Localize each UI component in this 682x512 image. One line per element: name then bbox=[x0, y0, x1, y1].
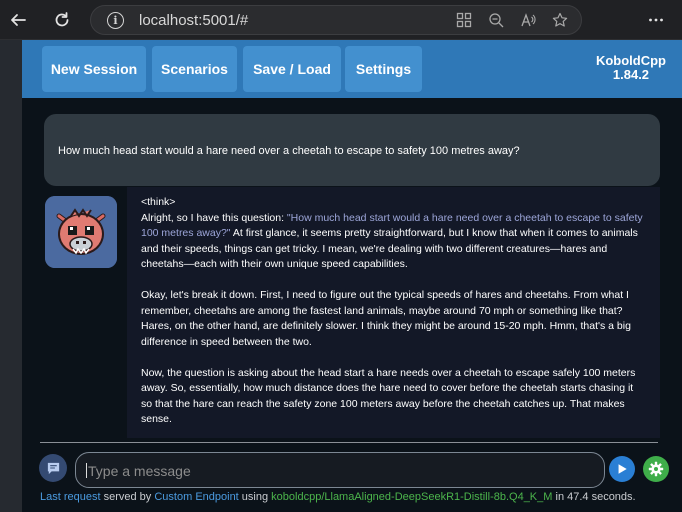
address-bar[interactable]: i localhost:5001/# bbox=[90, 5, 582, 35]
reply-paragraph-1: Alright, so I have this question: "How m… bbox=[141, 211, 646, 273]
app-brand: KoboldCpp 1.84.2 bbox=[596, 54, 666, 82]
gear-icon bbox=[648, 461, 664, 477]
message-input[interactable]: Type a message bbox=[75, 452, 605, 488]
back-arrow-icon[interactable] bbox=[4, 6, 32, 34]
reply-text: Alright, so I have this question: bbox=[141, 211, 287, 224]
url-text[interactable]: localhost:5001/# bbox=[139, 12, 248, 29]
save-load-button[interactable]: Save / Load bbox=[243, 46, 341, 92]
status-text: using bbox=[238, 491, 272, 503]
browser-toolbar: i localhost:5001/# bbox=[0, 0, 682, 40]
read-aloud-icon[interactable] bbox=[519, 11, 537, 29]
brand-name: KoboldCpp bbox=[595, 53, 666, 68]
message-placeholder: Type a message bbox=[88, 463, 191, 479]
settings-button[interactable]: Settings bbox=[345, 46, 422, 92]
send-icon bbox=[618, 464, 627, 474]
zoom-out-icon[interactable] bbox=[487, 11, 505, 29]
scenarios-button[interactable]: Scenarios bbox=[152, 46, 237, 92]
model-name: koboldcpp/LlamaAligned-DeepSeekR1-Distil… bbox=[271, 491, 553, 503]
input-divider bbox=[40, 442, 658, 443]
chat-bubble-icon[interactable] bbox=[39, 454, 67, 482]
status-line: Last request served by Custom Endpoint u… bbox=[40, 491, 636, 503]
info-icon[interactable]: i bbox=[107, 12, 124, 29]
avatar bbox=[45, 196, 117, 268]
brand-version: 1.84.2 bbox=[612, 67, 650, 82]
user-message: How much head start would a hare need ov… bbox=[44, 114, 660, 186]
more-icon[interactable] bbox=[642, 6, 670, 34]
text-caret bbox=[86, 463, 87, 478]
chat-history[interactable]: How much head start would a hare need ov… bbox=[22, 98, 682, 438]
last-request-link[interactable]: Last request bbox=[40, 491, 101, 503]
refresh-icon[interactable] bbox=[48, 6, 76, 34]
app-grid-icon[interactable] bbox=[455, 11, 473, 29]
send-button[interactable] bbox=[609, 456, 635, 482]
status-text: in 47.4 seconds. bbox=[552, 491, 636, 503]
assistant-message: <think> Alright, so I have this question… bbox=[127, 187, 660, 438]
favorite-star-icon[interactable] bbox=[551, 11, 569, 29]
status-text: served by bbox=[100, 491, 155, 503]
think-tag: <think> bbox=[141, 196, 176, 208]
side-panel bbox=[0, 40, 22, 512]
top-nav-bar: New Session Scenarios Save / Load Settin… bbox=[22, 40, 682, 98]
reply-paragraph-3: Now, the question is asking about the he… bbox=[141, 366, 636, 426]
koboldcpp-app: New Session Scenarios Save / Load Settin… bbox=[22, 40, 682, 512]
new-session-button[interactable]: New Session bbox=[42, 46, 146, 92]
endpoint-link[interactable]: Custom Endpoint bbox=[154, 491, 238, 503]
reply-paragraph-2: Okay, let's break it down. First, I need… bbox=[141, 289, 631, 348]
quick-settings-button[interactable] bbox=[643, 456, 669, 482]
